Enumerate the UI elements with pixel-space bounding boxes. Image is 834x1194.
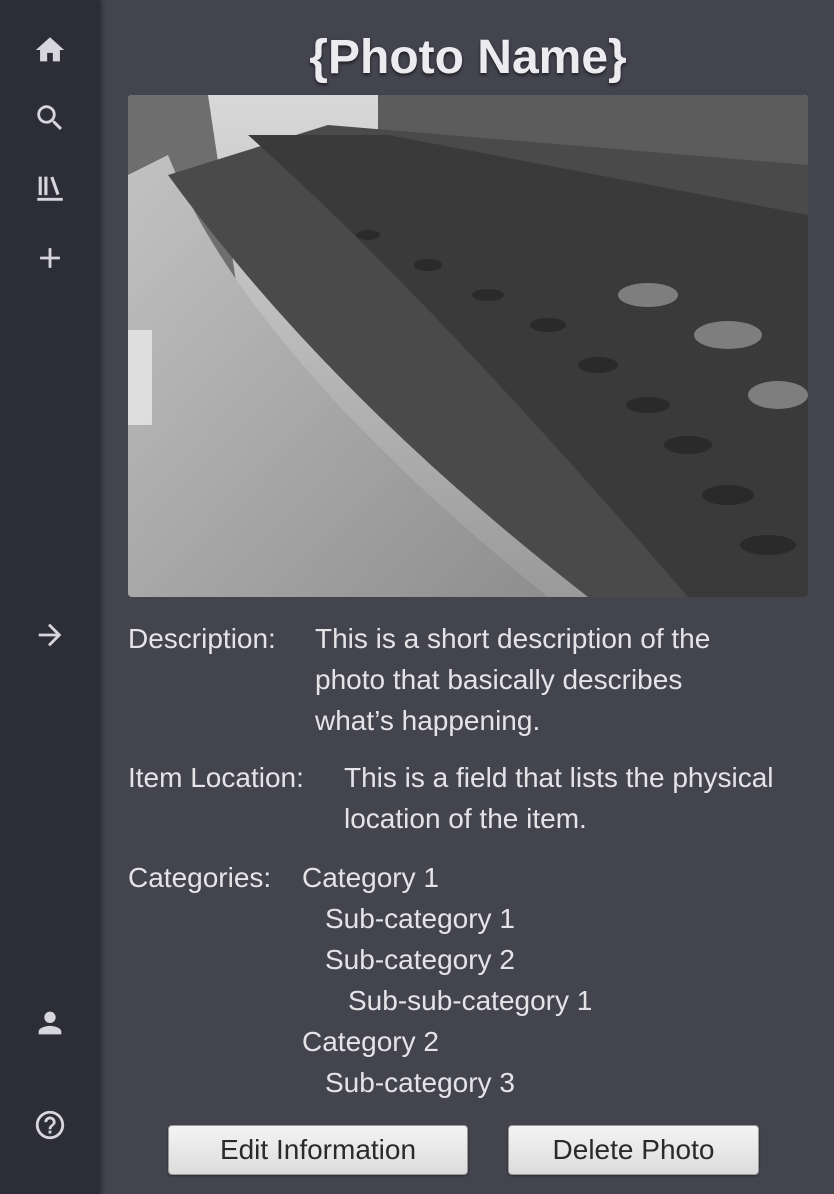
- description-label: Description:: [128, 623, 276, 654]
- subcategory-item: Sub-category 1: [325, 903, 515, 934]
- sidebar: [0, 0, 100, 1194]
- delete-photo-button[interactable]: Delete Photo: [508, 1125, 759, 1175]
- description-line: This is a short description of the: [315, 623, 711, 654]
- add-icon[interactable]: [30, 238, 70, 278]
- subcategory-item: Sub-category 2: [325, 944, 515, 975]
- photo-image: [128, 95, 808, 597]
- account-icon[interactable]: [30, 1003, 70, 1043]
- description-line: what’s happening.: [315, 705, 541, 736]
- library-icon[interactable]: [30, 168, 70, 208]
- category-item: Category 2: [302, 1026, 439, 1057]
- categories-label: Categories:: [128, 862, 272, 893]
- search-icon[interactable]: [30, 98, 70, 138]
- description-line: photo that basically describes: [315, 664, 683, 695]
- help-icon[interactable]: [30, 1105, 70, 1145]
- arrow-right-icon[interactable]: [30, 615, 70, 655]
- subcategory-item: Sub-category 3: [325, 1067, 515, 1098]
- photo-detail: {Photo Name} Description: This is a shor…: [100, 0, 834, 1194]
- item-location-line: location of the item.: [344, 803, 587, 834]
- categories-field: Categories: Category 1 Sub-category 1 Su…: [128, 857, 728, 1103]
- item-location-label: Item Location:: [128, 762, 304, 793]
- edit-information-button[interactable]: Edit Information: [168, 1125, 468, 1175]
- photo-title: {Photo Name}: [309, 31, 627, 84]
- sub-subcategory-item: Sub-sub-category 1: [348, 985, 593, 1016]
- description-field: Description: This is a short description…: [128, 618, 828, 741]
- item-location-field: Item Location: This is a field that list…: [128, 757, 834, 839]
- category-item: Category 1: [302, 862, 439, 893]
- home-icon[interactable]: [30, 30, 70, 70]
- item-location-line: This is a field that lists the physical: [344, 762, 774, 793]
